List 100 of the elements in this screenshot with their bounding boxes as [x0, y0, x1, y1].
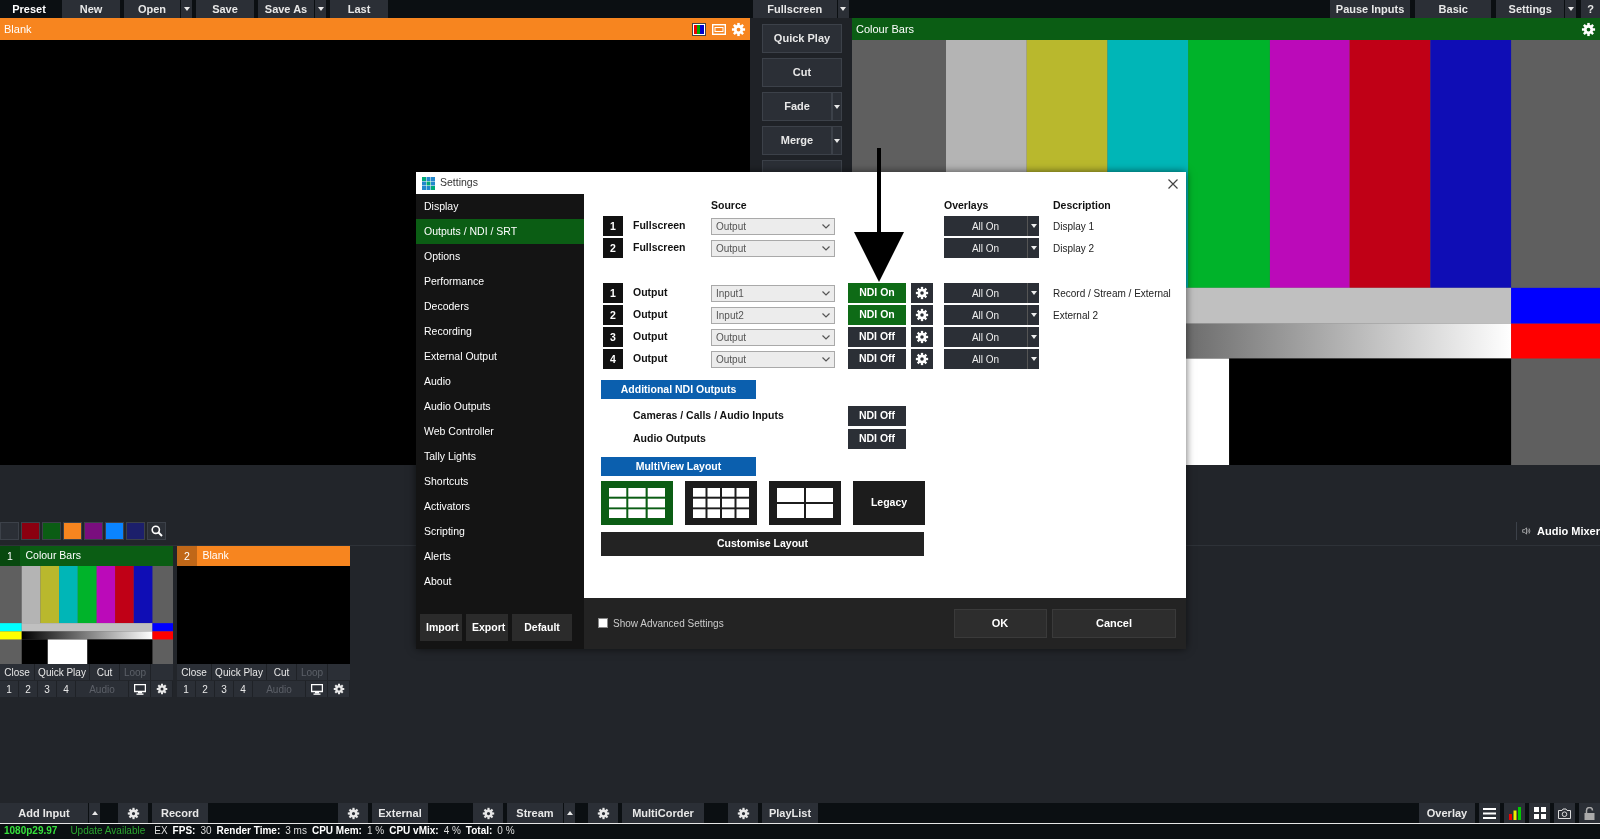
customise-layout-button[interactable]: Customise Layout	[601, 532, 924, 556]
ndi-toggle[interactable]: NDI Off	[848, 327, 906, 347]
input-button[interactable]: Quick Play	[35, 664, 90, 680]
sidebar-item[interactable]: Recording	[416, 319, 584, 344]
toolbar-button[interactable]: ?	[1581, 0, 1600, 18]
sidebar-item[interactable]: Alerts	[416, 544, 584, 569]
colour-filter[interactable]	[63, 522, 82, 540]
colour-bars-icon[interactable]	[692, 22, 706, 36]
input-header[interactable]: 2 Blank	[177, 546, 350, 566]
overlay-button[interactable]: 2	[196, 681, 215, 697]
sidebar-button[interactable]: Default	[512, 614, 572, 641]
bottom-button[interactable]: Record	[152, 803, 208, 823]
sidebar-item[interactable]: Scripting	[416, 519, 584, 544]
toolbar-icon-button[interactable]	[1529, 803, 1550, 823]
toolbar-button[interactable]: New	[62, 0, 120, 18]
colour-filter[interactable]	[105, 522, 124, 540]
overlays-dropdown[interactable]: All On	[944, 238, 1039, 258]
toolbar-icon-button[interactable]	[1554, 803, 1575, 823]
sidebar-item[interactable]: Performance	[416, 269, 584, 294]
toolbar-icon-button[interactable]	[1479, 803, 1500, 823]
gear-icon[interactable]	[1581, 21, 1596, 37]
layout-option[interactable]	[769, 481, 841, 525]
transition-button[interactable]: Cut	[762, 58, 842, 87]
source-dropdown[interactable]: Output	[711, 328, 835, 346]
sidebar-item[interactable]: Tally Lights	[416, 444, 584, 469]
overlays-dropdown[interactable]: All On	[944, 305, 1039, 325]
dropdown-button[interactable]	[180, 0, 192, 18]
toolbar-button[interactable]: Save As	[258, 0, 314, 18]
overlays-dropdown[interactable]: All On	[944, 216, 1039, 236]
sidebar-item[interactable]: Web Controller	[416, 419, 584, 444]
settings-button[interactable]	[911, 305, 933, 325]
source-dropdown[interactable]: Output	[711, 217, 835, 235]
toolbar-button[interactable]: Basic	[1415, 0, 1492, 18]
transition-button[interactable]: Merge	[762, 126, 832, 155]
dropdown-button[interactable]	[1564, 0, 1577, 18]
overlays-dropdown[interactable]: All On	[944, 327, 1039, 347]
ndi-toggle[interactable]: NDI Off	[848, 349, 906, 369]
settings-button[interactable]	[473, 803, 503, 823]
input-button[interactable]: Close	[0, 664, 35, 680]
sidebar-item[interactable]: Outputs / NDI / SRT	[416, 219, 584, 244]
dropdown-button[interactable]	[88, 803, 100, 823]
dropdown-button[interactable]	[563, 803, 575, 823]
overlay-button[interactable]: 1	[0, 681, 19, 697]
search-button[interactable]	[147, 522, 166, 540]
overlays-dropdown[interactable]: All On	[944, 349, 1039, 369]
toolbar-icon-button[interactable]	[1579, 803, 1600, 823]
source-dropdown[interactable]: Output	[711, 239, 835, 257]
audio-mixer-button[interactable]: Audio Mixer	[1516, 522, 1600, 540]
dropdown-button[interactable]	[832, 126, 842, 155]
monitor-button[interactable]	[129, 681, 151, 697]
toolbar-icon-button[interactable]	[1504, 803, 1525, 823]
show-advanced-checkbox[interactable]: Show Advanced Settings	[598, 615, 724, 631]
bottom-button[interactable]: Stream	[507, 803, 563, 823]
bottom-button[interactable]: External	[372, 803, 428, 823]
settings-button[interactable]	[328, 681, 350, 697]
sidebar-button[interactable]: Export	[466, 614, 508, 641]
sidebar-button[interactable]: Import	[420, 614, 462, 641]
ndi-toggle[interactable]: NDI On	[848, 305, 906, 325]
ndi-toggle[interactable]: NDI Off	[848, 429, 906, 449]
settings-button[interactable]	[728, 803, 758, 823]
sidebar-item[interactable]: About	[416, 569, 584, 594]
transition-button[interactable]: Quick Play	[762, 24, 842, 53]
toolbar-button[interactable]: Last	[330, 0, 388, 18]
source-dropdown[interactable]: Input2	[711, 306, 835, 324]
ndi-toggle[interactable]: NDI On	[848, 283, 906, 303]
input-button[interactable]: Cut	[90, 664, 120, 680]
overlay-button[interactable]: 2	[19, 681, 38, 697]
toolbar-button[interactable]: Settings	[1496, 0, 1565, 18]
sidebar-item[interactable]: Audio	[416, 369, 584, 394]
overlay-button[interactable]: 4	[57, 681, 76, 697]
settings-button[interactable]	[588, 803, 618, 823]
overlay-button[interactable]: Overlay	[1419, 803, 1475, 823]
overlays-dropdown[interactable]: All On	[944, 283, 1039, 303]
ok-button[interactable]: OK	[953, 608, 1047, 638]
settings-button[interactable]	[911, 327, 933, 347]
toolbar-button[interactable]: Open	[124, 0, 180, 18]
input-button[interactable]: Close	[177, 664, 212, 680]
bottom-button[interactable]: Add Input	[0, 803, 88, 823]
fullscreen-button[interactable]: Fullscreen	[752, 0, 837, 18]
sidebar-item[interactable]: Display	[416, 194, 584, 219]
cancel-button[interactable]: Cancel	[1052, 608, 1176, 638]
toolbar-button[interactable]: Save	[196, 0, 254, 18]
sidebar-item[interactable]: Shortcuts	[416, 469, 584, 494]
ndi-toggle[interactable]: NDI Off	[848, 406, 906, 426]
settings-button[interactable]	[118, 803, 148, 823]
monitor-button[interactable]	[306, 681, 328, 697]
bottom-button[interactable]: PlayList	[762, 803, 818, 823]
settings-button[interactable]	[911, 349, 933, 369]
dropdown-button[interactable]	[314, 0, 326, 18]
overlay-button[interactable]: 3	[38, 681, 57, 697]
bottom-button[interactable]: MultiCorder	[622, 803, 704, 823]
input-button[interactable]: Cut	[267, 664, 297, 680]
toolbar-button[interactable]: Pause Inputs	[1329, 0, 1411, 18]
input-button[interactable]: Quick Play	[212, 664, 267, 680]
layout-option[interactable]	[601, 481, 673, 525]
sidebar-item[interactable]: External Output	[416, 344, 584, 369]
input-header[interactable]: 1 Colour Bars	[0, 546, 173, 566]
sidebar-item[interactable]: Activators	[416, 494, 584, 519]
section-header[interactable]: Additional NDI Outputs	[601, 380, 756, 399]
section-header[interactable]: MultiView Layout	[601, 457, 756, 476]
